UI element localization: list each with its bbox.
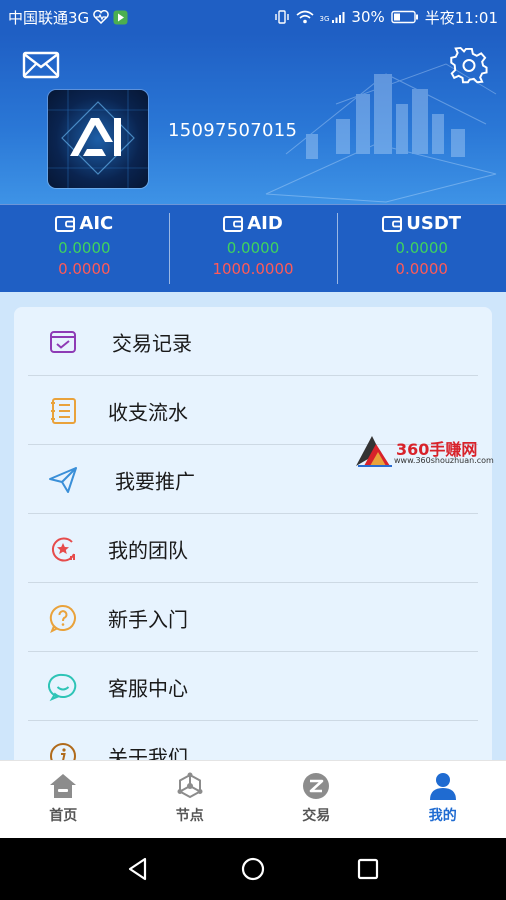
balance-name: USDT: [406, 213, 462, 234]
home-icon: [50, 774, 77, 798]
balance-frozen: 1000.0000: [212, 260, 294, 278]
tab-home[interactable]: 首页: [0, 761, 127, 838]
menu-item-customer-service[interactable]: 客服中心: [14, 652, 492, 721]
watermark-url: www.360shouzhuan.com: [394, 456, 494, 465]
tab-label: 我的: [428, 808, 457, 824]
wallet-check-icon: [50, 330, 76, 353]
balance-panel: AIC 0.0000 0.0000 AID 0.0000 1000.0000 U…: [0, 204, 506, 292]
balance-aic[interactable]: AIC 0.0000 0.0000: [0, 205, 169, 292]
watermark: 360手赚网 www.360shouzhuan.com: [354, 432, 502, 472]
balance-frozen: 0.0000: [395, 260, 448, 278]
tab-label: 节点: [175, 808, 204, 824]
carrier-label: 中国联通3G: [8, 8, 90, 27]
home-circle-icon[interactable]: [239, 855, 267, 883]
tab-label: 交易: [302, 808, 331, 824]
balance-name: AIC: [79, 213, 114, 234]
clock: 半夜11:01: [424, 8, 498, 27]
avatar[interactable]: [48, 90, 148, 188]
recents-icon[interactable]: [354, 855, 382, 883]
balance-available: 0.0000: [58, 239, 111, 257]
balance-usdt[interactable]: USDT 0.0000 0.0000: [337, 205, 506, 292]
menu-label: 客服中心: [108, 676, 188, 700]
heart-pulse-icon: [93, 10, 109, 24]
system-nav-bar: [0, 838, 506, 900]
play-store-icon: [113, 10, 128, 24]
vibrate-icon: [274, 10, 289, 24]
trade-icon: [303, 773, 330, 799]
user-icon: [429, 773, 456, 800]
tab-label: 首页: [49, 808, 78, 824]
chat-bubble-icon: [48, 673, 77, 701]
back-icon[interactable]: [124, 855, 152, 883]
balance-available: 0.0000: [226, 239, 280, 257]
balance-available: 0.0000: [395, 239, 448, 257]
tab-mine[interactable]: 我的: [380, 761, 506, 838]
wifi-icon: [296, 10, 314, 24]
wallet-icon: [223, 215, 244, 232]
menu-card: 交易记录 收支流水 我要推广 我的团队 新手入门 客服中心 关于我们: [14, 307, 492, 767]
watermark-logo: [356, 436, 392, 467]
balance-aid[interactable]: AID 0.0000 1000.0000: [168, 205, 338, 292]
menu-item-beginner-guide[interactable]: 新手入门: [14, 583, 492, 652]
battery-percent: 30%: [351, 8, 385, 26]
menu-label: 新手入门: [108, 607, 188, 631]
gear-icon[interactable]: [450, 46, 488, 84]
balance-name: AID: [247, 213, 283, 234]
status-bar: 中国联通3G 3G 30% 半夜11:01: [0, 0, 506, 34]
menu-label: 我要推广: [115, 469, 195, 493]
paper-plane-icon: [49, 466, 77, 493]
network-badge: 3G: [319, 14, 330, 23]
menu-item-trade-records[interactable]: 交易记录: [14, 307, 492, 376]
menu-label: 交易记录: [112, 331, 192, 355]
bottom-tab-bar: 首页 节点 交易 我的: [0, 760, 506, 838]
tab-trade[interactable]: 交易: [253, 761, 380, 838]
phone-number: 15097507015: [168, 120, 298, 141]
mail-icon[interactable]: [22, 50, 60, 80]
node-icon: [177, 772, 203, 799]
ledger-icon: [51, 397, 76, 424]
menu-label: 我的团队: [108, 538, 188, 562]
balance-frozen: 0.0000: [58, 260, 111, 278]
battery-icon: [391, 10, 418, 24]
team-star-icon: [51, 537, 75, 561]
wallet-icon: [55, 215, 76, 232]
tab-node[interactable]: 节点: [127, 761, 254, 838]
signal-icon: [332, 12, 345, 23]
ai-logo-icon: [48, 90, 148, 188]
profile-header: 15097507015: [0, 34, 506, 204]
wallet-icon: [382, 215, 403, 232]
menu-label: 收支流水: [108, 400, 188, 424]
question-bubble-icon: [49, 604, 76, 633]
menu-item-team[interactable]: 我的团队: [14, 514, 492, 583]
